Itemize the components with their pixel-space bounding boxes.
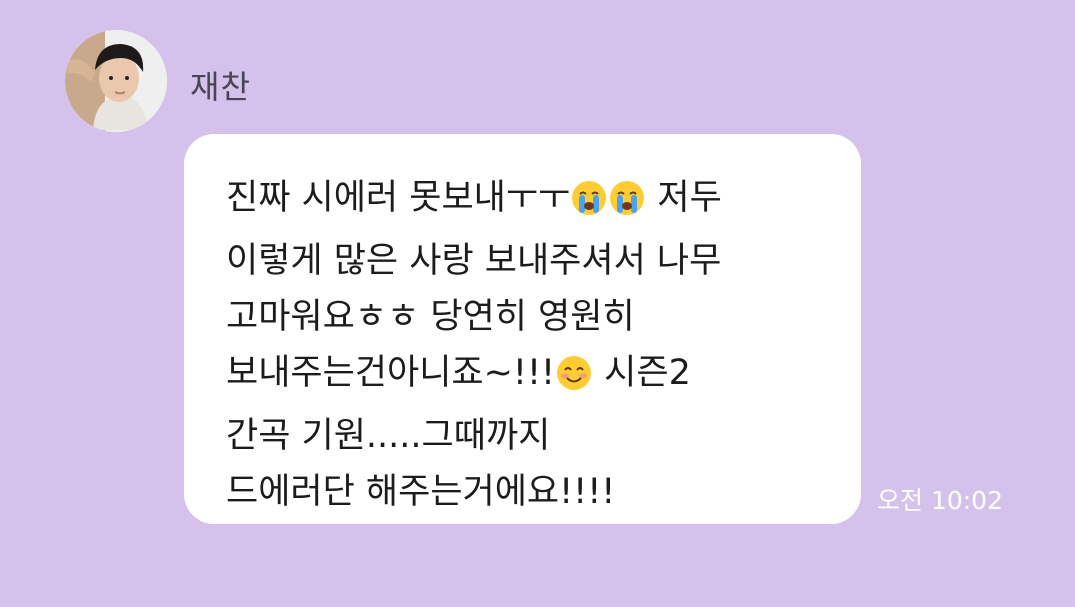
message-line: 보내주는건아니죠~!!! 시즌2	[226, 345, 831, 408]
loudly-crying-face-icon	[571, 177, 607, 233]
avatar[interactable]	[65, 30, 167, 132]
message-line: 이렇게 많은 사랑 보내주셔서 나무	[226, 241, 722, 281]
chat-screen: 재찬 진짜 시에러 못보내ㅜㅜ 저두 이렇게 많은 사랑 보내주셔서 나무 고마…	[0, 0, 1075, 607]
profile-photo-icon	[65, 30, 167, 132]
message-line: 간곡 기원.....그때까지	[226, 416, 551, 456]
message-text: 저두	[657, 178, 722, 218]
message-line: 고마워요ㅎㅎ 당연히 영원히	[226, 297, 635, 337]
message-text: 보내주는건아니죠~!!!	[226, 353, 556, 393]
smiling-face-icon	[556, 352, 592, 408]
loudly-crying-face-icon	[609, 177, 645, 233]
message-line: 드에러단 해주는거에요!!!!	[226, 472, 616, 512]
message-text: 진짜 시에러 못보내ㅜㅜ	[226, 178, 571, 218]
message-text: 시즌2	[604, 353, 691, 393]
sender-name: 재찬	[190, 68, 251, 106]
message-timestamp: 오전 10:02	[877, 486, 1003, 515]
message-bubble[interactable]: 진짜 시에러 못보내ㅜㅜ 저두 이렇게 많은 사랑 보내주셔서 나무 고마워요ㅎ…	[184, 134, 861, 524]
message-line: 진짜 시에러 못보내ㅜㅜ 저두	[226, 170, 831, 233]
